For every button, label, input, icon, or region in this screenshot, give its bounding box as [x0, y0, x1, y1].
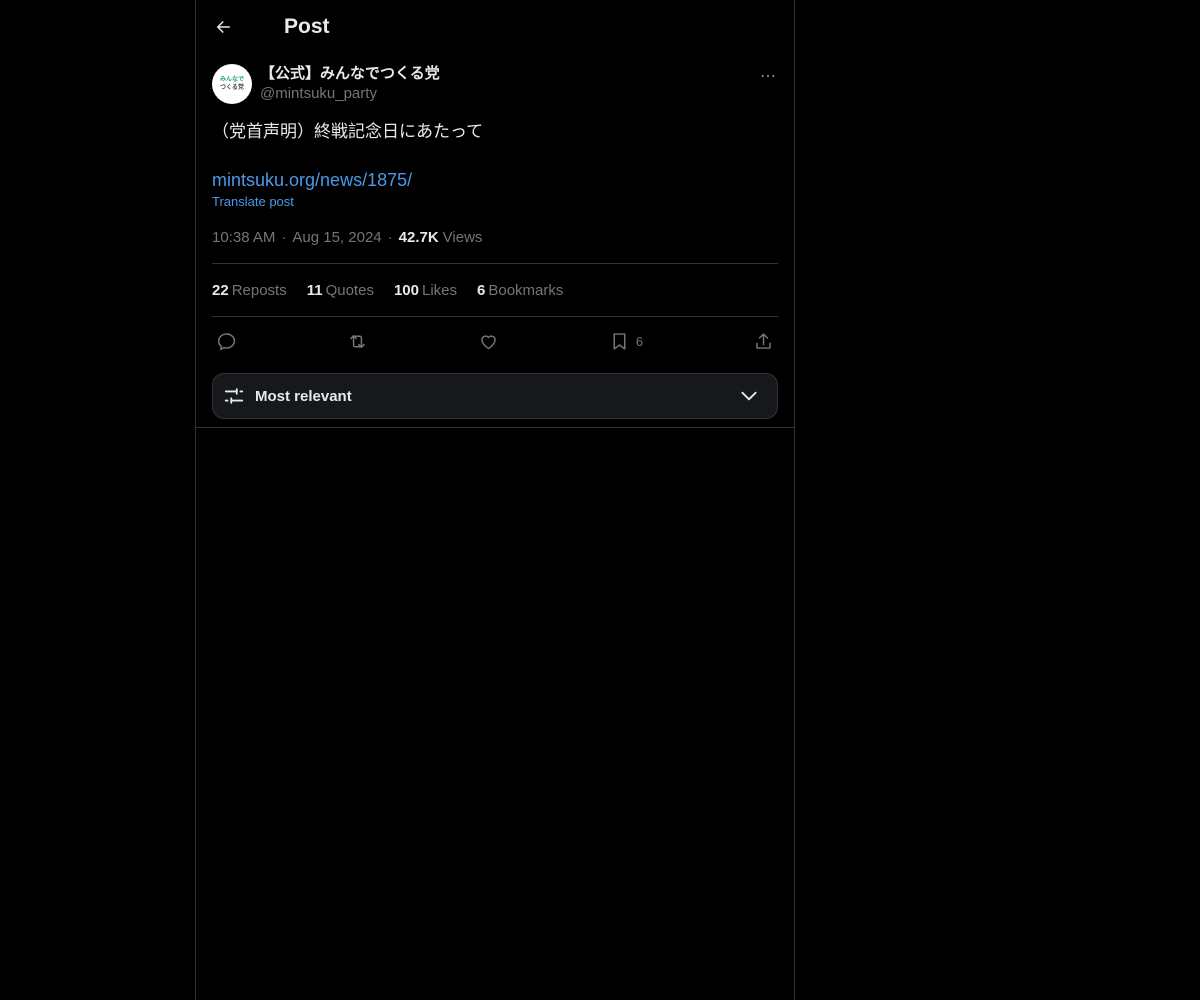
reposts-label: Reposts	[231, 281, 287, 299]
likes-label: Likes	[421, 281, 458, 299]
translate-post-link[interactable]: Translate post	[212, 194, 778, 209]
post-column: Post みんなで つくる党 【公式】みんなでつくる党 @mintsuku_pa…	[195, 0, 795, 1000]
likes-stat[interactable]: 100 Likes	[394, 282, 457, 299]
engagement-stats: 22 Reposts 11 Quotes 100 Likes 6 Bookmarks	[212, 264, 778, 316]
sort-label: Most relevant	[255, 387, 352, 405]
action-bar: 6	[212, 317, 778, 365]
avatar-line1: みんなで	[219, 77, 244, 83]
page-title: Post	[284, 15, 330, 38]
back-arrow-icon	[216, 21, 230, 33]
share-button[interactable]	[753, 331, 774, 352]
reply-sort-dropdown[interactable]: Most relevant	[212, 373, 778, 419]
quotes-count: 11	[306, 281, 323, 299]
quotes-label: Quotes	[325, 281, 374, 299]
repost-button[interactable]	[347, 331, 368, 352]
back-button[interactable]	[212, 16, 234, 38]
repost-icon	[350, 334, 365, 348]
avatar-line2: つくる党	[220, 85, 244, 91]
author-row: みんなで つくる党 【公式】みんなでつくる党 @mintsuku_party	[212, 64, 778, 104]
more-icon	[761, 74, 775, 78]
post-link[interactable]: mintsuku.org/news/1875/	[212, 168, 778, 192]
more-button[interactable]	[758, 66, 778, 86]
bookmark-action-count: 6	[635, 333, 644, 349]
views-count: 42.7K	[398, 228, 439, 246]
reply-button[interactable]	[216, 331, 237, 352]
share-icon	[756, 332, 771, 349]
post-meta: 10:38 AM · Aug 15, 2024 · 42.7K Views	[212, 227, 778, 247]
post-time[interactable]: 10:38 AM	[212, 229, 275, 246]
like-icon	[481, 334, 496, 349]
bookmarks-count: 6	[477, 281, 486, 299]
avatar[interactable]: みんなで つくる党	[212, 64, 252, 104]
quotes-stat[interactable]: 11 Quotes	[307, 282, 374, 299]
author-names: 【公式】みんなでつくる党 @mintsuku_party	[260, 64, 440, 104]
section-divider	[196, 427, 794, 428]
sliders-icon	[224, 388, 244, 404]
likes-count: 100	[393, 281, 419, 299]
handle[interactable]: @mintsuku_party	[260, 84, 440, 104]
bookmark-icon	[613, 332, 626, 350]
views-label: Views	[442, 228, 483, 246]
bookmarks-label: Bookmarks	[488, 281, 564, 299]
reply-icon	[217, 332, 236, 351]
post-date[interactable]: Aug 15, 2024	[292, 229, 381, 246]
display-name[interactable]: 【公式】みんなでつくる党	[260, 64, 440, 84]
bookmark-button[interactable]: 6	[609, 331, 643, 352]
post: みんなで つくる党 【公式】みんなでつくる党 @mintsuku_party （…	[196, 64, 794, 428]
header: Post	[196, 0, 794, 54]
like-button[interactable]	[478, 331, 499, 352]
post-text: （党首声明）終戦記念日にあたって	[212, 122, 484, 141]
meta-dot: ·	[281, 228, 287, 246]
reposts-stat[interactable]: 22 Reposts	[212, 282, 287, 299]
meta-dot: ·	[387, 228, 393, 246]
chevron-down-icon	[741, 391, 757, 401]
bookmarks-stat[interactable]: 6 Bookmarks	[477, 282, 563, 299]
reposts-count: 22	[212, 281, 229, 299]
